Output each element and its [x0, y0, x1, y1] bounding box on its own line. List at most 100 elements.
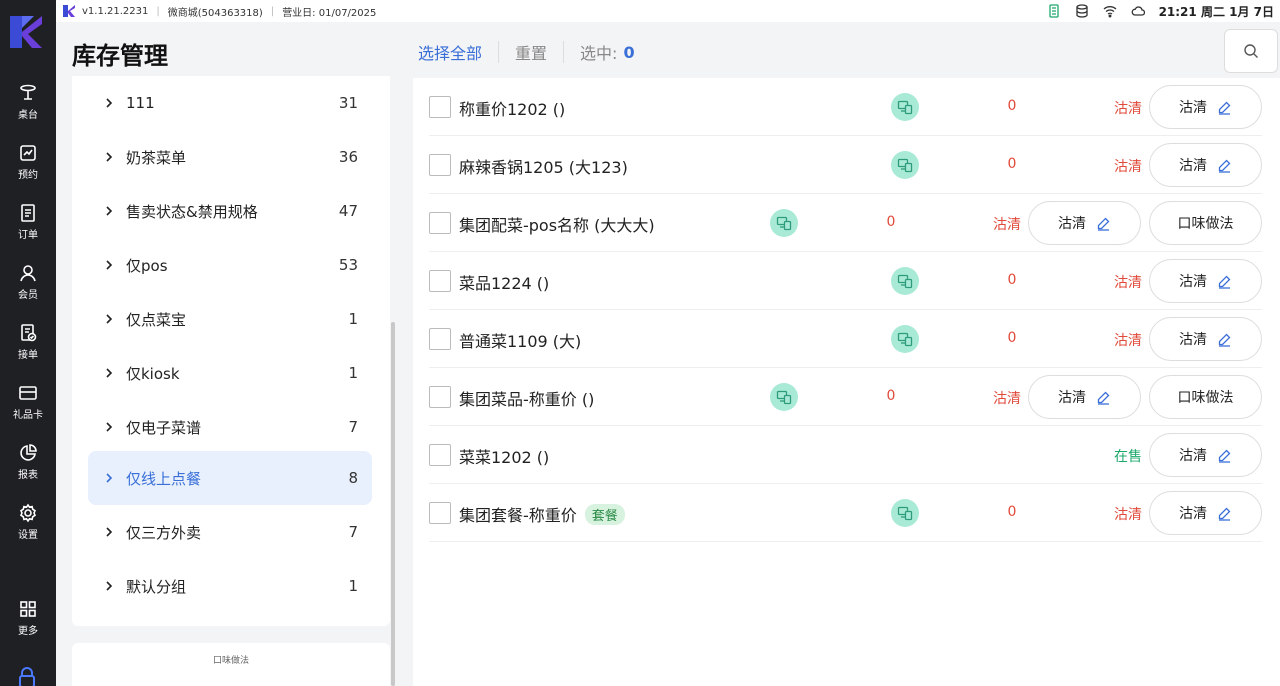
chevron-right-icon	[106, 527, 113, 537]
sale-status: 沽清	[1114, 507, 1142, 523]
nav-item-members[interactable]: 会员	[0, 254, 56, 310]
sold-out-edit-button[interactable]: 沽清	[1149, 433, 1262, 477]
more-icon	[20, 601, 36, 617]
edit-icon	[1097, 217, 1110, 231]
product-name: 普通菜1109 (大)	[459, 332, 582, 351]
selection-toolbar: 选择全部 重置 选中: 0	[418, 40, 635, 64]
edit-icon	[1218, 101, 1231, 115]
devices-icon	[776, 216, 792, 231]
lock-icon[interactable]	[16, 666, 38, 686]
category-name: 仅pos	[126, 256, 168, 275]
category-item[interactable]: 奶茶菜单 36	[88, 130, 372, 184]
reservation-icon	[20, 145, 36, 161]
device-badge	[770, 383, 798, 411]
status-bar: v1.1.21.2231 | 微商城(504363318) | 营业日: 01/…	[56, 0, 1280, 22]
device-badge	[891, 151, 919, 179]
category-item[interactable]: 仅kiosk 1	[88, 346, 372, 400]
devices-icon	[897, 332, 913, 347]
row-checkbox[interactable]	[429, 444, 451, 466]
sold-out-edit-button[interactable]: 沽清	[1149, 85, 1262, 129]
nav-item-accept-orders[interactable]: 接单	[0, 314, 56, 370]
app-logo	[10, 16, 42, 48]
button-label: 沽清	[1058, 390, 1086, 406]
button-label: 沽清	[1058, 216, 1086, 232]
nav-item-reservation[interactable]: 预约	[0, 134, 56, 190]
row-checkbox[interactable]	[429, 154, 451, 176]
nav-label: 桌台	[18, 110, 38, 121]
stock-count: 0	[1007, 272, 1017, 288]
sold-out-edit-button[interactable]: 沽清	[1149, 491, 1262, 535]
category-name: 仅点菜宝	[126, 310, 187, 329]
category-count: 7	[348, 418, 358, 436]
category-count: 31	[338, 94, 358, 112]
sold-out-edit-button[interactable]: 沽清	[1028, 375, 1141, 419]
select-all-button[interactable]: 选择全部	[418, 40, 482, 64]
category-item-active[interactable]: 仅线上点餐 8	[88, 451, 372, 505]
business-day: 营业日: 01/07/2025	[282, 7, 377, 19]
nav-item-gift-card[interactable]: 礼品卡	[0, 374, 56, 430]
nav-item-settings[interactable]: 设置	[0, 494, 56, 550]
category-count: 1	[348, 364, 358, 382]
flavor-method-button[interactable]: 口味做法	[1149, 201, 1262, 245]
device-badge	[891, 267, 919, 295]
category-item[interactable]: 仅三方外卖 7	[88, 505, 372, 559]
product-name: 菜品1224 ()	[459, 274, 550, 293]
product-row: 称重价1202 () 0 沽清 沽清	[429, 78, 1262, 136]
category-count: 7	[348, 523, 358, 541]
flavor-method-button[interactable]: 口味做法	[1149, 375, 1262, 419]
category-item[interactable]: 仅电子菜谱 7	[88, 400, 372, 454]
device-badge	[891, 93, 919, 121]
button-label: 口味做法	[1177, 390, 1234, 406]
nav-label: 设置	[18, 530, 38, 541]
search-button[interactable]	[1224, 29, 1278, 73]
category-item[interactable]: 仅pos 53	[88, 238, 372, 292]
accept-order-icon	[21, 324, 37, 342]
chevron-right-icon	[106, 368, 113, 378]
member-icon	[20, 265, 36, 282]
sold-out-edit-button[interactable]: 沽清	[1149, 317, 1262, 361]
product-row: 普通菜1109 (大) 0 沽清 沽清	[429, 310, 1262, 368]
nav-label: 更多	[18, 626, 38, 637]
sold-out-edit-button[interactable]: 沽清	[1028, 201, 1141, 245]
chevron-right-icon	[106, 152, 113, 162]
edit-icon	[1218, 507, 1231, 521]
product-name: 集团套餐-称重价 套餐	[459, 502, 625, 526]
row-checkbox[interactable]	[429, 502, 451, 524]
device-badge	[891, 325, 919, 353]
button-label: 沽清	[1179, 158, 1207, 174]
sold-out-edit-button[interactable]: 沽清	[1149, 143, 1262, 187]
nav-item-orders[interactable]: 订单	[0, 194, 56, 250]
category-count: 53	[338, 256, 358, 274]
sold-out-edit-button[interactable]: 沽清	[1149, 259, 1262, 303]
table-icon	[20, 84, 36, 100]
flavor-method-panel[interactable]: 口味做法	[72, 643, 390, 686]
app-version: v1.1.21.2231	[82, 5, 149, 17]
clock: 21:21 周二 1月 7日	[1158, 4, 1274, 19]
reset-button[interactable]: 重置	[515, 40, 547, 64]
category-list: 111 31 奶茶菜单 36 售卖状态&禁用规格 47 仅pos 53 仅点菜宝…	[72, 76, 390, 626]
category-item[interactable]: 111 31	[88, 76, 372, 130]
category-count: 36	[338, 148, 358, 166]
category-item[interactable]: 默认分组 1	[88, 559, 372, 613]
scrollbar[interactable]	[391, 322, 395, 686]
divider: |	[270, 5, 275, 17]
nav-item-more[interactable]: 更多	[0, 590, 56, 646]
row-checkbox[interactable]	[429, 328, 451, 350]
nav-label: 报表	[18, 470, 38, 481]
category-item[interactable]: 售卖状态&禁用规格 47	[88, 184, 372, 238]
row-checkbox[interactable]	[429, 212, 451, 234]
stock-count: 0	[886, 214, 896, 230]
combo-tag: 套餐	[584, 504, 625, 525]
page-title: 库存管理	[72, 42, 168, 70]
category-item[interactable]: 仅点菜宝 1	[88, 292, 372, 346]
row-checkbox[interactable]	[429, 270, 451, 292]
row-checkbox[interactable]	[429, 386, 451, 408]
nav-item-tables[interactable]: 桌台	[0, 74, 56, 130]
product-row: 菜菜1202 () 在售 沽清	[429, 426, 1262, 484]
product-row: 集团套餐-称重价 套餐 0 沽清 沽清	[429, 484, 1262, 542]
divider	[498, 41, 500, 63]
nav-item-reports[interactable]: 报表	[0, 434, 56, 490]
row-checkbox[interactable]	[429, 96, 451, 118]
product-name: 集团菜品-称重价 ()	[459, 390, 595, 409]
button-label: 口味做法	[1177, 216, 1234, 232]
